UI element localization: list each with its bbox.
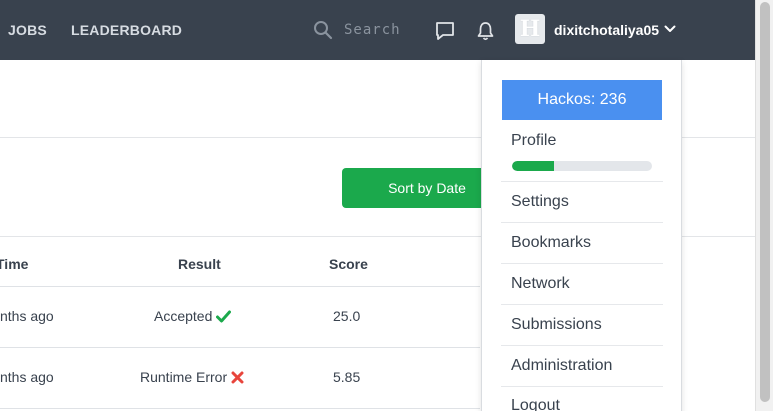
column-header-result: Result	[178, 256, 221, 272]
search-input[interactable]: Search	[344, 22, 401, 38]
profile-progress-bar	[512, 161, 652, 171]
menu-divider	[501, 222, 663, 223]
user-dropdown-menu: Hackos: 236 Profile Settings Bookmarks N…	[481, 60, 682, 411]
page-scrollbar[interactable]	[755, 0, 773, 411]
scrollbar-thumb[interactable]	[760, 2, 770, 402]
menu-divider	[501, 263, 663, 264]
profile-progress-fill	[512, 161, 554, 171]
column-header-score: Score	[329, 256, 368, 272]
menu-divider	[501, 304, 663, 305]
bell-icon[interactable]	[476, 21, 495, 41]
chevron-down-icon[interactable]	[664, 24, 676, 34]
row-divider	[0, 347, 480, 348]
row-result: Runtime Error	[140, 369, 244, 385]
username[interactable]: dixitchotaliya05	[554, 22, 659, 38]
search-icon[interactable]	[313, 20, 333, 40]
row-time: nths ago	[0, 308, 54, 324]
menu-item-submissions[interactable]: Submissions	[511, 316, 602, 334]
cross-icon	[231, 371, 244, 384]
menu-item-administration[interactable]: Administration	[511, 357, 612, 375]
top-navbar: JOBS LEADERBOARD Search H dixitchotaliya…	[0, 0, 755, 60]
row-score: 5.85	[333, 369, 361, 385]
menu-divider	[501, 386, 663, 387]
nav-link-jobs[interactable]: JOBS	[8, 22, 47, 38]
avatar[interactable]: H	[515, 14, 545, 44]
row-time: nths ago	[0, 369, 54, 385]
menu-divider	[501, 181, 663, 182]
menu-divider	[501, 345, 663, 346]
menu-item-settings[interactable]: Settings	[511, 193, 569, 211]
row-score: 25.0	[333, 308, 361, 324]
check-icon	[216, 310, 232, 323]
menu-item-network[interactable]: Network	[511, 275, 570, 293]
menu-item-profile[interactable]: Profile	[511, 132, 556, 150]
row-result-label: Runtime Error	[140, 369, 228, 385]
row-result: Accepted	[154, 308, 232, 324]
menu-item-bookmarks[interactable]: Bookmarks	[511, 234, 591, 252]
chat-icon[interactable]	[435, 21, 455, 41]
row-divider	[0, 286, 480, 287]
menu-item-logout[interactable]: Logout	[511, 397, 560, 411]
nav-link-leaderboard[interactable]: LEADERBOARD	[71, 22, 182, 38]
hackos-button[interactable]: Hackos: 236	[502, 80, 662, 120]
row-result-label: Accepted	[154, 308, 213, 324]
column-header-time: Time	[0, 256, 29, 272]
row-divider	[0, 408, 480, 409]
avatar-letter: H	[519, 16, 541, 42]
